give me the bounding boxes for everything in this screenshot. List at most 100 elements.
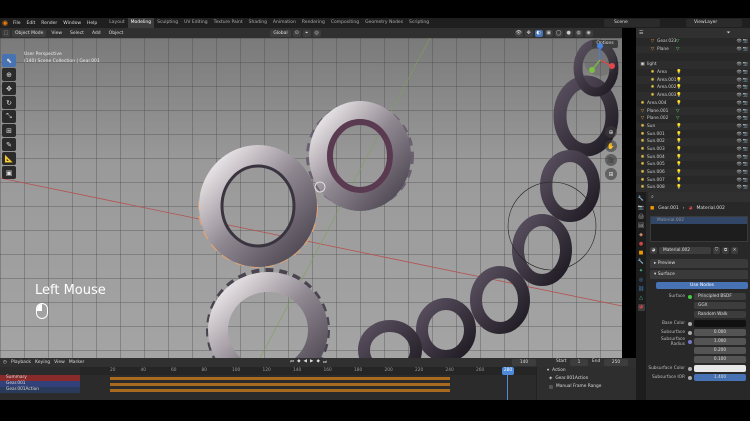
tab-texture-paint[interactable]: Texture Paint <box>211 18 246 28</box>
subsurface-radius-z[interactable]: 0.100 <box>694 356 746 363</box>
playhead-frame-label[interactable]: 280 <box>502 367 514 375</box>
preview-panel-header[interactable]: ▸ Preview <box>650 259 748 268</box>
data-icon[interactable]: 💡 <box>676 178 682 183</box>
material-slot-list[interactable]: Material.002 <box>650 216 748 242</box>
camera-icon[interactable]: 📷 <box>743 109 748 114</box>
data-icon[interactable]: 💡 <box>676 93 682 98</box>
editor-type-icon[interactable]: ⬚ <box>2 29 10 37</box>
move-tool-icon[interactable]: ✥ <box>2 82 16 95</box>
outliner-filter-icon[interactable]: ⏷ <box>726 30 730 36</box>
data-tab-icon[interactable]: △ <box>638 295 645 302</box>
eye-icon[interactable]: 👁 <box>737 132 742 137</box>
gizmo-icon[interactable]: ✥ <box>524 29 533 37</box>
material-name-field[interactable]: Material.002 <box>659 247 711 254</box>
eye-icon[interactable]: 👁 <box>737 178 742 183</box>
subsurface-color-swatch[interactable] <box>694 365 746 372</box>
particles-tab-icon[interactable]: ✦ <box>638 268 645 275</box>
data-icon[interactable]: 💡 <box>676 162 682 167</box>
modifier-tab-icon[interactable]: 🔧 <box>638 259 645 266</box>
play-icon[interactable]: ▶ <box>310 359 313 365</box>
shading-wireframe-icon[interactable]: ◯ <box>554 29 563 37</box>
menu-select[interactable]: Select <box>67 31 87 36</box>
xray-icon[interactable]: ▣ <box>544 29 553 37</box>
navigation-gizmo[interactable] <box>582 42 618 78</box>
transform-tool-icon[interactable]: ⊞ <box>2 124 16 137</box>
keyframe-track-object[interactable] <box>110 383 450 386</box>
camera-icon[interactable]: 📷 <box>743 62 748 67</box>
render-tab-icon[interactable]: 📷 <box>638 205 645 212</box>
cursor-tool-icon[interactable]: ⊕ <box>2 68 16 81</box>
subsurface-socket-icon[interactable] <box>688 330 692 335</box>
menu-edit[interactable]: Edit <box>24 21 39 26</box>
camera-icon[interactable]: 📷 <box>743 132 748 137</box>
measure-tool-icon[interactable]: 📐 <box>2 152 16 165</box>
menu-view[interactable]: View <box>48 31 65 36</box>
menu-object[interactable]: Object <box>106 31 127 36</box>
outliner-item[interactable]: ✺ Sun.001 👁 📷 💡 <box>636 130 750 138</box>
material-tab-icon[interactable]: ◕ <box>637 304 645 311</box>
outliner-item[interactable]: ✺ Sun.004 👁 📷 💡 <box>636 153 750 161</box>
output-tab-icon[interactable]: 🖨 <box>638 214 645 221</box>
blender-logo-icon[interactable]: ◉ <box>0 18 10 28</box>
shield-icon[interactable]: ⛉ <box>713 247 720 254</box>
jump-start-icon[interactable]: ⏮ <box>290 359 294 365</box>
subsurface-field[interactable]: 0.000 <box>694 329 746 336</box>
outliner-item[interactable]: ▽ Plane 👁 📷 ▽ <box>636 45 750 54</box>
timeline-ruler[interactable]: 20 40 60 80 100 120 140 160 180 200 220 240 260 <box>80 367 536 375</box>
data-icon[interactable]: 💡 <box>676 139 682 144</box>
data-icon[interactable]: 💡 <box>676 85 682 90</box>
data-icon[interactable]: 💡 <box>676 124 682 129</box>
physics-tab-icon[interactable]: ◎ <box>638 277 645 284</box>
prev-key-icon[interactable]: ◆ <box>297 359 300 365</box>
eye-icon[interactable]: 👁 <box>737 147 742 152</box>
eye-icon[interactable]: 👁 <box>737 47 742 52</box>
eye-icon[interactable]: 👁 <box>737 70 742 75</box>
outliner-item[interactable]: ✺ Area.001 👁 📷 💡 <box>636 76 750 85</box>
tab-sculpting[interactable]: Sculpting <box>154 18 181 28</box>
outliner-item[interactable]: ✺ Area 👁 📷 💡 <box>636 69 750 77</box>
start-frame-field[interactable]: 1 <box>570 359 588 366</box>
outliner-editor-icon[interactable]: ☰ <box>639 30 643 36</box>
sss-method-dropdown[interactable]: Random Walk <box>694 311 746 318</box>
tab-compositing[interactable]: Compositing <box>328 18 362 28</box>
scene-tab-icon[interactable]: ◆ <box>638 232 645 239</box>
eye-icon[interactable]: 👁 <box>737 162 742 167</box>
outliner-item[interactable]: ✺ Sun.008 👁 📷 💡 <box>636 184 750 192</box>
outliner-item[interactable]: ▽ Gear.023 👁 📷 ▽ <box>636 38 750 46</box>
outliner-item[interactable]: ✺ Sun.003 👁 📷 💡 <box>636 146 750 154</box>
data-icon[interactable]: 💡 <box>676 78 682 83</box>
eye-icon[interactable]: 👁 <box>737 116 742 121</box>
camera-view-icon[interactable]: 🎥 <box>605 154 617 166</box>
outliner-item[interactable]: ▽ Plane.002 👁 📷 ▽ <box>636 115 750 123</box>
snap-icon[interactable]: ⌖ <box>302 29 311 37</box>
camera-icon[interactable]: 📷 <box>743 139 748 144</box>
mode-selector[interactable]: Object Mode <box>12 29 47 37</box>
menu-playback[interactable]: Playback <box>11 360 31 365</box>
camera-icon[interactable]: 📷 <box>743 78 748 83</box>
eye-icon[interactable]: 👁 <box>737 101 742 106</box>
camera-icon[interactable]: 📷 <box>743 178 748 183</box>
eye-icon[interactable]: 👁 <box>737 155 742 160</box>
camera-icon[interactable]: 📷 <box>743 93 748 98</box>
eye-icon[interactable]: 👁 <box>737 78 742 83</box>
camera-icon[interactable]: 📷 <box>743 155 748 160</box>
camera-icon[interactable]: 📷 <box>743 47 748 52</box>
visibility-icon[interactable]: 👁 <box>514 29 523 37</box>
eye-icon[interactable]: 👁 <box>737 139 742 144</box>
outliner-item[interactable]: ✺ Sun.007 👁 📷 💡 <box>636 176 750 184</box>
outliner-item[interactable]: ✺ Sun.006 👁 📷 💡 <box>636 168 750 177</box>
subsurface-ior-field[interactable]: 1.400 <box>694 374 746 381</box>
menu-render[interactable]: Render <box>38 21 60 26</box>
constraints-tab-icon[interactable]: ⛓ <box>638 286 645 293</box>
data-icon[interactable]: ▽ <box>676 109 679 114</box>
keyframe-track-summary[interactable] <box>110 377 450 380</box>
subsurface-ior-socket-icon[interactable] <box>688 375 692 380</box>
menu-add[interactable]: Add <box>89 31 104 36</box>
close-icon[interactable]: ✕ <box>731 247 738 254</box>
outliner-item[interactable]: ✺ Sun 👁 📷 💡 <box>636 122 750 131</box>
subsurface-radius-socket-icon[interactable] <box>688 339 692 344</box>
pivot-icon[interactable]: ⊙ <box>292 29 301 37</box>
outliner-item[interactable]: ✺ Area.002 👁 📷 💡 <box>636 84 750 92</box>
ortho-toggle-icon[interactable]: ⊞ <box>605 168 617 180</box>
annotate-tool-icon[interactable]: ✎ <box>2 138 16 151</box>
